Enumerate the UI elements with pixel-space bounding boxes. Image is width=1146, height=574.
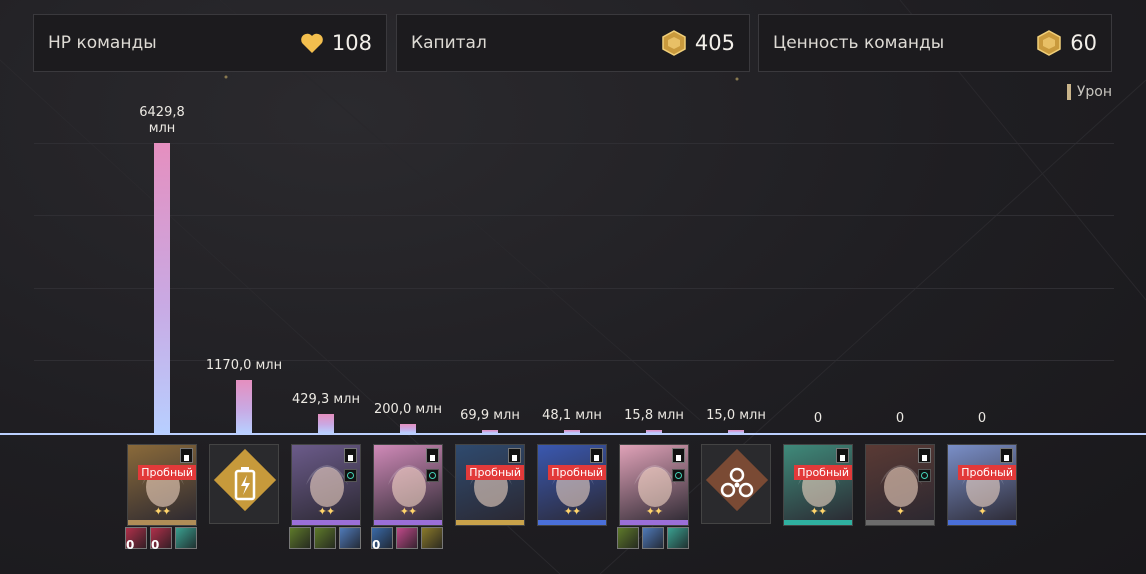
damage-value-label: 15,0 млн: [706, 408, 766, 423]
character-avatar[interactable]: ✦✦: [619, 444, 689, 526]
path-chip-icon: [426, 448, 439, 463]
damage-value-label: 0: [977, 411, 987, 426]
star-rank: ✦✦: [399, 505, 417, 518]
coin-icon: [1037, 30, 1062, 56]
trial-badge: Пробный: [138, 465, 196, 480]
relic-icon[interactable]: [339, 527, 361, 549]
rarity-underline: [948, 520, 1016, 525]
grid-line: [34, 288, 1114, 289]
element-ring-icon: [918, 469, 931, 482]
rarity-underline: [620, 520, 688, 525]
path-chip-icon: [1000, 448, 1013, 463]
grid-line: [34, 360, 1114, 361]
element-ring-icon: [344, 469, 357, 482]
relic-icon[interactable]: [421, 527, 443, 549]
star-rank: ✦✦: [153, 505, 171, 518]
character-avatar[interactable]: Пробный: [455, 444, 525, 526]
relic-count: 0: [126, 538, 135, 552]
relic-icon[interactable]: [314, 527, 336, 549]
trial-badge: Пробный: [548, 465, 606, 480]
path-chip-icon: [508, 448, 521, 463]
team-hp-card: HP команды 108: [33, 14, 387, 72]
character-avatar[interactable]: Пробный ✦✦: [127, 444, 197, 526]
damage-value-label: 200,0 млн: [374, 401, 442, 417]
chart-legend: Урон: [1066, 84, 1112, 100]
damage-bar: [318, 413, 334, 433]
battery-unit[interactable]: [209, 444, 279, 524]
path-chip-icon: [590, 448, 603, 463]
star-rank: ✦✦: [645, 505, 663, 518]
star-rank: ✦✦: [809, 505, 827, 518]
star-rank: ✦: [977, 505, 987, 518]
team-hp-label: HP команды: [48, 33, 157, 53]
heart-icon: [301, 33, 323, 53]
path-chip-icon: [672, 448, 685, 463]
grid-line: [34, 143, 1114, 144]
path-chip-icon: [918, 448, 931, 463]
coin-icon: [662, 30, 686, 56]
character-avatar[interactable]: ✦✦: [291, 444, 361, 526]
relic-icon[interactable]: [667, 527, 689, 549]
legend-swatch: [1066, 84, 1071, 100]
summon-icon: [720, 467, 754, 498]
element-ring-icon: [426, 469, 439, 482]
grid-line: [34, 215, 1114, 216]
capital-card: Капитал 405: [396, 14, 750, 72]
star-rank: ✦✦: [563, 505, 581, 518]
damage-value-label: 6429,8 млн: [139, 105, 185, 136]
damage-value-label: 69,9 млн: [460, 407, 520, 423]
damage-value-label: 15,8 млн: [624, 408, 684, 423]
character-avatar[interactable]: ✦✦: [373, 444, 443, 526]
relic-count: 0: [372, 538, 381, 552]
rarity-underline: [374, 520, 442, 525]
summon-unit[interactable]: [701, 444, 771, 524]
damage-value-label: 1170,0 млн: [205, 358, 283, 374]
relic-count: 0: [151, 538, 160, 552]
damage-bar: [400, 423, 416, 433]
capital-label: Капитал: [411, 33, 487, 53]
team-hp-value: 108: [331, 31, 372, 55]
rarity-underline: [866, 520, 934, 525]
character-avatar[interactable]: Пробный ✦: [947, 444, 1017, 526]
star-rank: ✦: [895, 505, 905, 518]
trial-badge: Пробный: [466, 465, 524, 480]
character-avatar[interactable]: Пробный ✦✦: [537, 444, 607, 526]
capital-value: 405: [694, 31, 735, 55]
character-avatar[interactable]: ✦: [865, 444, 935, 526]
element-ring-icon: [672, 469, 685, 482]
relic-icon[interactable]: [642, 527, 664, 549]
chart-baseline: [0, 433, 1146, 435]
team-value-card: Ценность команды 60: [758, 14, 1112, 72]
trial-badge: Пробный: [958, 465, 1016, 480]
relic-icon[interactable]: [175, 527, 197, 549]
rarity-underline: [784, 520, 852, 525]
damage-bar: [236, 380, 252, 433]
damage-value-label: 0: [813, 411, 823, 426]
trial-badge: Пробный: [794, 465, 852, 480]
path-chip-icon: [836, 448, 849, 463]
path-chip-icon: [344, 448, 357, 463]
character-avatar[interactable]: Пробный ✦✦: [783, 444, 853, 526]
rarity-underline: [456, 520, 524, 525]
relic-icon[interactable]: [617, 527, 639, 549]
battery-icon: [234, 467, 256, 501]
path-chip-icon: [180, 448, 193, 463]
relic-icon[interactable]: [289, 527, 311, 549]
damage-value-label: 0: [895, 411, 905, 426]
star-rank: ✦✦: [317, 505, 335, 518]
legend-label: Урон: [1076, 84, 1112, 100]
team-value-label: Ценность команды: [773, 33, 945, 53]
damage-value-label: 48,1 млн: [542, 408, 602, 423]
damage-bar: [154, 143, 170, 433]
rarity-underline: [292, 520, 360, 525]
relic-icon[interactable]: [396, 527, 418, 549]
team-value-value: 60: [1070, 31, 1097, 55]
rarity-underline: [538, 520, 606, 525]
rarity-underline: [128, 520, 196, 525]
damage-value-label: 429,3 млн: [292, 391, 360, 407]
